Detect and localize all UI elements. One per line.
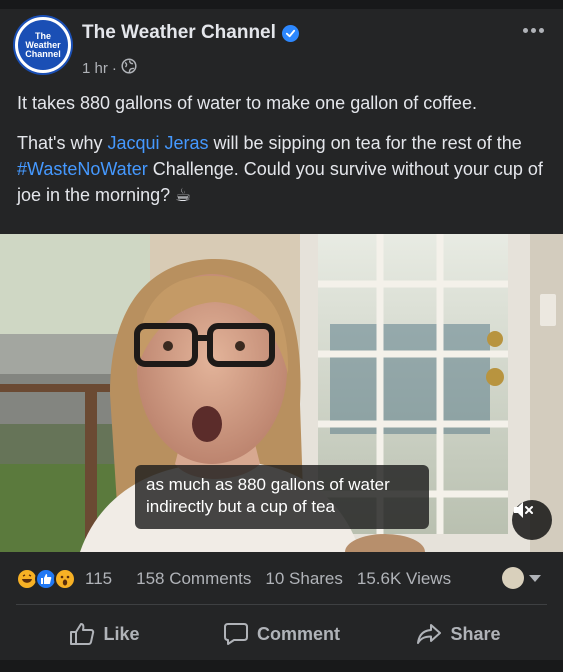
caption-line-2: indirectly but a cup of tea [146, 497, 336, 516]
share-button[interactable]: Share [370, 612, 547, 656]
caption-line-1: as much as 880 gallons of water [146, 475, 390, 494]
wow-icon [54, 568, 76, 590]
like-button[interactable]: Like [16, 612, 193, 656]
bottom-strip [0, 660, 563, 672]
page-name-row: The Weather Channel [82, 22, 299, 44]
avatar-text-3: Channel [25, 48, 61, 59]
more-icon[interactable] [523, 28, 544, 33]
shares-count[interactable]: 10 Shares [265, 569, 343, 589]
share-label: Share [450, 623, 501, 644]
engagement-stats: 115 158 Comments 10 Shares 15.6K Views [16, 565, 546, 593]
page-name[interactable]: The Weather Channel [82, 22, 276, 44]
comment-icon [223, 623, 248, 645]
paragraph-text: will be sipping on tea for the rest of t… [208, 133, 522, 153]
globe-icon[interactable] [121, 58, 137, 78]
post-time[interactable]: 1 hr [82, 60, 108, 77]
page-avatar[interactable]: The Weather Channel [15, 17, 71, 73]
top-strip [0, 0, 563, 9]
reactions-count[interactable]: 115 [85, 569, 112, 589]
comment-button[interactable]: Comment [193, 612, 370, 656]
reaction-icons[interactable] [16, 568, 76, 590]
mention-link[interactable]: Jacqui Jeras [107, 133, 208, 153]
post-text: It takes 880 gallons of water to make on… [17, 90, 547, 222]
like-icon [70, 623, 95, 645]
share-icon [417, 624, 442, 644]
comments-count[interactable]: 158 Comments [136, 569, 251, 589]
video-caption: as much as 880 gallons of water indirect… [135, 465, 429, 529]
hashtag-link[interactable]: #WasteNoWater [17, 159, 148, 179]
views-count: 15.6K Views [356, 569, 452, 588]
like-label: Like [103, 623, 140, 644]
post-paragraph-1: It takes 880 gallons of water to make on… [17, 93, 477, 113]
post-paragraph-2: That's why Jacqui Jeras will be sipping … [17, 130, 547, 208]
post-actions: Like Comment Share [16, 612, 547, 656]
viewer-avatar[interactable] [502, 567, 524, 589]
verified-icon [281, 24, 299, 42]
paragraph-text: That's why [17, 133, 108, 153]
mute-icon[interactable] [512, 500, 552, 540]
chevron-down-icon[interactable] [529, 575, 541, 582]
comment-label: Comment [256, 623, 340, 644]
meta-separator: · [111, 59, 117, 77]
post-meta: 1 hr · [82, 58, 137, 78]
divider [16, 604, 547, 605]
